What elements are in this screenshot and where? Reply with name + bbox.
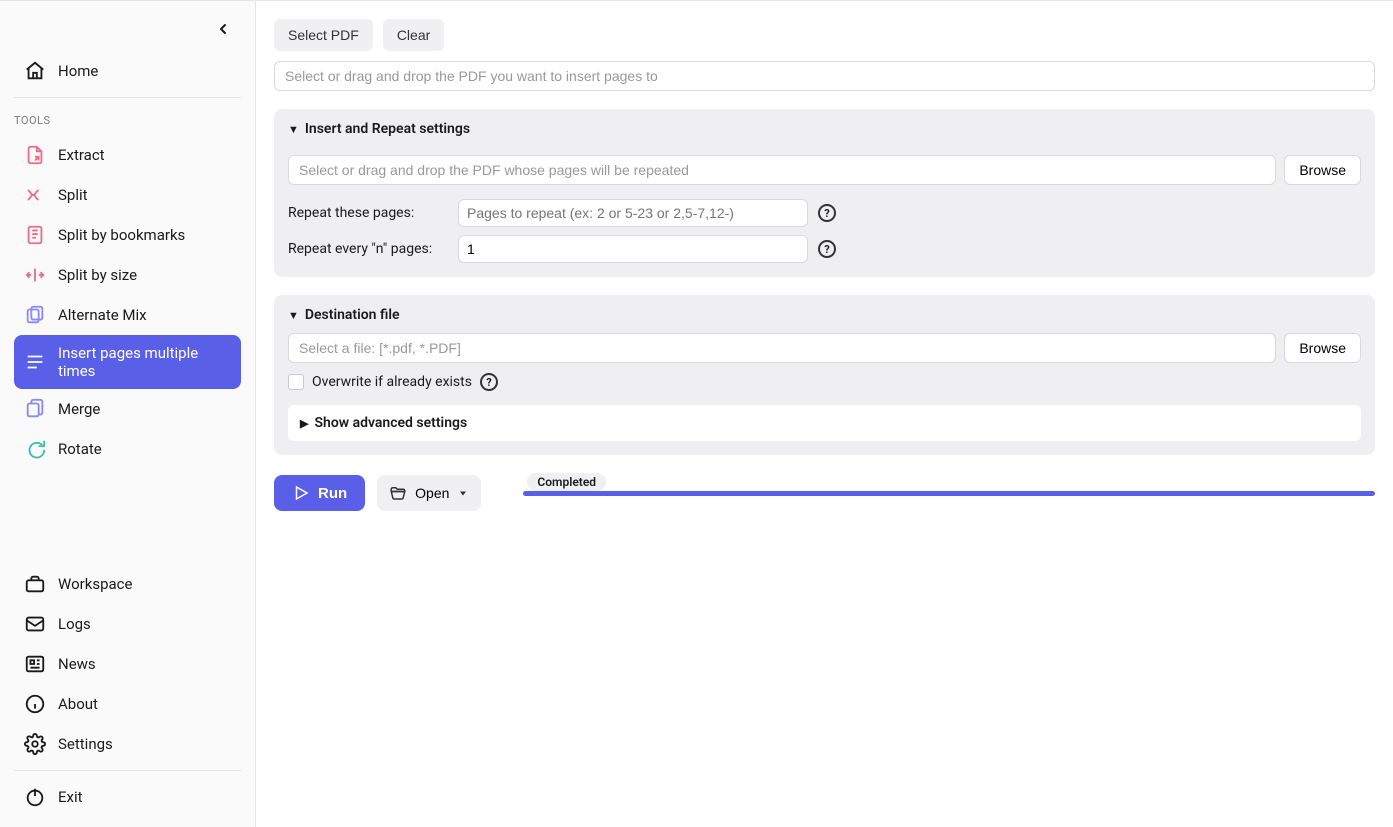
progress-bar [523, 491, 1375, 496]
insert-pages-icon [24, 351, 46, 373]
nav-split[interactable]: Split [14, 175, 241, 215]
collapse-triangle-icon: ▼ [288, 309, 299, 322]
nav-split-bookmarks[interactable]: Split by bookmarks [14, 215, 241, 255]
nav-extract[interactable]: Extract [14, 135, 241, 175]
nav-label: Split [58, 186, 88, 204]
progress-area: Completed [523, 491, 1375, 496]
advanced-settings-toggle[interactable]: ▶ Show advanced settings [288, 405, 1361, 441]
nav-settings[interactable]: Settings [14, 724, 241, 764]
overwrite-label: Overwrite if already exists [312, 374, 472, 390]
run-button[interactable]: Run [274, 475, 365, 511]
repeat-every-input[interactable] [458, 235, 808, 263]
nav-insert-pages[interactable]: Insert pages multiple times [14, 335, 241, 389]
source-pdf-input[interactable] [288, 155, 1276, 185]
help-icon[interactable]: ? [818, 204, 836, 222]
split-bookmarks-icon [24, 224, 46, 246]
nav-alternate-mix[interactable]: Alternate Mix [14, 295, 241, 335]
nav-split-size[interactable]: Split by size [14, 255, 241, 295]
nav-about[interactable]: About [14, 684, 241, 724]
help-icon[interactable]: ? [818, 240, 836, 258]
destination-file-input[interactable] [288, 333, 1276, 363]
repeat-every-label: Repeat every "n" pages: [288, 241, 448, 257]
panel-title: Destination file [305, 307, 400, 323]
logs-icon [24, 613, 46, 635]
rotate-icon [24, 438, 46, 460]
destination-header[interactable]: ▼ Destination file [274, 295, 1375, 333]
settings-icon [24, 733, 46, 755]
nav-label: Split by size [58, 266, 137, 284]
nav-label: News [58, 655, 96, 673]
target-pdf-input[interactable] [274, 61, 1375, 91]
merge-icon [24, 398, 46, 420]
folder-open-icon [389, 484, 407, 502]
destination-panel: ▼ Destination file Browse Overwrite if a… [274, 295, 1375, 455]
nav-exit[interactable]: Exit [14, 777, 241, 817]
insert-repeat-header[interactable]: ▼ Insert and Repeat settings [274, 109, 1375, 147]
extract-icon [24, 144, 46, 166]
sidebar: Home TOOLS Extract Split Split by bookma… [0, 1, 256, 827]
nav-label: Home [58, 62, 98, 80]
play-icon [292, 484, 310, 502]
collapse-triangle-icon: ▼ [288, 123, 299, 136]
help-icon[interactable]: ? [480, 373, 498, 391]
chevron-down-icon [457, 487, 469, 499]
insert-repeat-panel: ▼ Insert and Repeat settings Browse Repe… [274, 109, 1375, 277]
nav-label: Exit [58, 788, 83, 806]
nav-label: Insert pages multiple times [58, 344, 231, 380]
panel-title: Insert and Repeat settings [305, 121, 470, 137]
home-icon [24, 60, 46, 82]
nav-label: Settings [58, 735, 113, 753]
split-icon [24, 184, 46, 206]
nav-logs[interactable]: Logs [14, 604, 241, 644]
open-button[interactable]: Open [377, 475, 481, 511]
about-icon [24, 693, 46, 715]
open-label: Open [415, 485, 449, 501]
workspace-icon [24, 573, 46, 595]
nav-news[interactable]: News [14, 644, 241, 684]
nav-label: Split by bookmarks [58, 226, 185, 244]
overwrite-checkbox[interactable] [288, 374, 304, 390]
run-label: Run [318, 485, 347, 502]
split-size-icon [24, 264, 46, 286]
nav-home[interactable]: Home [14, 51, 241, 91]
exit-icon [24, 786, 46, 808]
nav-label: Workspace [58, 575, 132, 593]
main-content: Select PDF Clear ▼ Insert and Repeat set… [256, 1, 1393, 827]
nav-label: Extract [58, 146, 105, 164]
clear-button[interactable]: Clear [383, 19, 444, 51]
nav-rotate[interactable]: Rotate [14, 429, 241, 469]
nav-label: Rotate [58, 440, 102, 458]
news-icon [24, 653, 46, 675]
repeat-pages-input[interactable] [458, 199, 808, 227]
collapse-sidebar-button[interactable] [211, 17, 235, 41]
tools-section-label: TOOLS [0, 104, 255, 135]
alternate-mix-icon [24, 304, 46, 326]
select-pdf-button[interactable]: Select PDF [274, 19, 373, 51]
nav-label: About [58, 695, 98, 713]
status-label: Completed [527, 473, 606, 491]
nav-workspace[interactable]: Workspace [14, 564, 241, 604]
repeat-pages-label: Repeat these pages: [288, 205, 448, 221]
advanced-settings-label: Show advanced settings [314, 415, 467, 431]
expand-triangle-icon: ▶ [300, 417, 308, 430]
nav-label: Alternate Mix [58, 306, 147, 324]
nav-label: Merge [58, 400, 100, 418]
browse-destination-button[interactable]: Browse [1284, 333, 1361, 363]
nav-label: Logs [58, 615, 91, 633]
nav-merge[interactable]: Merge [14, 389, 241, 429]
browse-source-button[interactable]: Browse [1284, 155, 1361, 185]
